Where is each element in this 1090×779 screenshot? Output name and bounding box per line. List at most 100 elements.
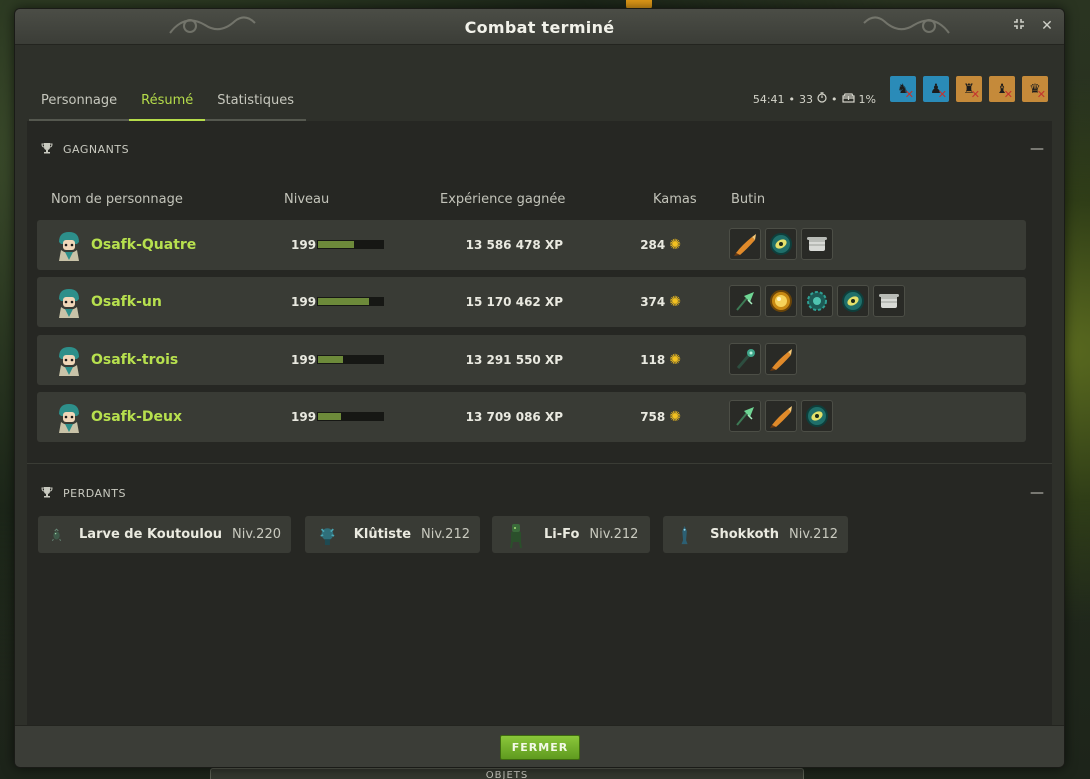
xp-gained: 13 291 550 XP [465,353,563,367]
close-icon[interactable]: ✕ [1038,17,1056,35]
timer-icon [817,92,827,106]
fight-bonus: 1% [858,92,876,106]
losers-collapse-button[interactable]: — [1030,486,1044,500]
combat-end-window: Combat terminé ✕ Personnage Résumé Stati… [14,8,1065,768]
kamas-value: 758 [640,410,666,424]
chest-icon [841,92,855,106]
loot-list [729,343,797,375]
character-avatar [55,345,83,377]
scroll-item-icon[interactable] [873,285,905,317]
level-progress-bar [317,240,384,249]
challenge-icon-5[interactable]: ♛ ✕ [1022,76,1048,102]
feather-item-icon[interactable] [729,400,761,432]
character-avatar [55,287,83,319]
winners-title: GAGNANTS [63,142,130,156]
kamas-value: 374 [640,295,666,309]
xp-gained: 13 709 086 XP [465,410,563,424]
level-progress-bar [317,355,384,364]
losers-title: PERDANTS [63,486,126,500]
xp-gained: 13 586 478 XP [465,238,563,252]
level-progress-fill [318,241,354,248]
title-bar[interactable]: Combat terminé ✕ [15,9,1064,45]
loser-item[interactable]: Larve de Koutoulou Niv.220 [38,516,291,553]
trophy-icon [41,486,53,501]
horn-item-icon[interactable] [729,228,761,260]
kamas-gained: 758 ✺ [640,392,681,442]
character-name[interactable]: Osafk-Deux [91,392,182,442]
level-progress-fill [318,356,343,363]
kamas-icon: ✺ [669,352,681,368]
col-loot: Butin [731,192,766,207]
monster-larve-icon [52,528,61,541]
kamas-gained: 284 ✺ [640,220,681,270]
dofus-eye-item-icon[interactable] [837,285,869,317]
xp-gained: 15 170 462 XP [465,295,563,309]
feather-item-icon[interactable] [729,285,761,317]
winner-row[interactable]: Osafk-un 199 15 170 462 XP 374 ✺ [37,277,1026,327]
kamas-icon: ✺ [669,294,681,310]
background-objects-bar: OBJETS [210,768,804,779]
character-level: 199 [291,410,317,424]
challenge-icon-4[interactable]: ♝ ✕ [989,76,1015,102]
close-button[interactable]: FERMER [500,735,580,760]
winner-row[interactable]: Osafk-Deux 199 13 709 086 XP 758 ✺ [37,392,1026,442]
character-name[interactable]: Osafk-un [91,277,162,327]
tab-statistiques[interactable]: Statistiques [205,89,307,121]
loser-level: Niv.220 [232,527,281,542]
challenge-icon-1[interactable]: ♞ ✕ [890,76,916,102]
fight-duration: 54:41 [752,92,785,106]
character-name[interactable]: Osafk-trois [91,335,178,385]
winners-header: GAGNANTS [41,139,129,159]
collapse-arrows-icon[interactable] [1010,17,1028,35]
loser-name: Larve de Koutoulou [79,527,223,542]
kamas-icon: ✺ [669,237,681,253]
staff-item-icon[interactable] [729,343,761,375]
horn-item-icon[interactable] [765,343,797,375]
gold-orb-item-icon[interactable] [765,285,797,317]
scroll-item-icon[interactable] [801,228,833,260]
loser-item[interactable]: Li-Fo Niv.212 [492,516,650,553]
winners-collapse-button[interactable]: — [1030,142,1044,156]
summary-content: GAGNANTS — Nom de personnage Niveau Expé… [27,121,1052,725]
character-level: 199 [291,295,317,309]
kamas-gained: 374 ✺ [640,277,681,327]
kamas-icon: ✺ [669,409,681,425]
kamas-value: 284 [640,238,666,252]
loser-name: Li-Fo [544,527,580,542]
col-xp: Expérience gagnée [440,192,566,207]
trophy-icon [41,142,53,157]
loser-name: Shokkoth [710,527,780,542]
loot-list [729,285,905,317]
tab-bar: Personnage Résumé Statistiques [29,89,307,121]
window-title: Combat terminé [464,18,615,37]
loot-list [729,228,833,260]
character-level: 199 [291,353,317,367]
winner-row[interactable]: Osafk-Quatre 199 13 586 478 XP 284 ✺ [37,220,1026,270]
kamas-gained: 118 ✺ [640,335,681,385]
col-kamas: Kamas [653,192,697,207]
horn-item-icon[interactable] [765,400,797,432]
challenge-icon-2[interactable]: ♟ ✕ [923,76,949,102]
character-avatar [55,230,83,262]
level-progress-bar [317,412,384,421]
fight-info: 54:41 • 33 • 1% [752,92,876,106]
loser-level: Niv.212 [589,527,639,542]
loser-level: Niv.212 [421,527,470,542]
tab-resume[interactable]: Résumé [129,89,206,121]
character-name[interactable]: Osafk-Quatre [91,220,196,270]
fight-turns: 33 [799,92,814,106]
challenge-icon-3[interactable]: ♜ ✕ [956,76,982,102]
losers-header: PERDANTS [41,483,126,503]
loser-item[interactable]: Klûtiste Niv.212 [305,516,480,553]
loser-item[interactable]: Shokkoth Niv.212 [663,516,848,553]
monster-lifo-icon [510,523,522,548]
monster-shokkoth-icon [681,525,688,544]
dofus-eye-item-icon[interactable] [801,400,833,432]
winner-row[interactable]: Osafk-trois 199 13 291 550 XP 118 ✺ [37,335,1026,385]
dofus-eye-item-icon[interactable] [765,228,797,260]
section-divider [27,463,1052,464]
tab-personnage[interactable]: Personnage [29,89,130,121]
green-gear-item-icon[interactable] [801,285,833,317]
loot-list [729,400,833,432]
level-progress-fill [318,298,369,305]
